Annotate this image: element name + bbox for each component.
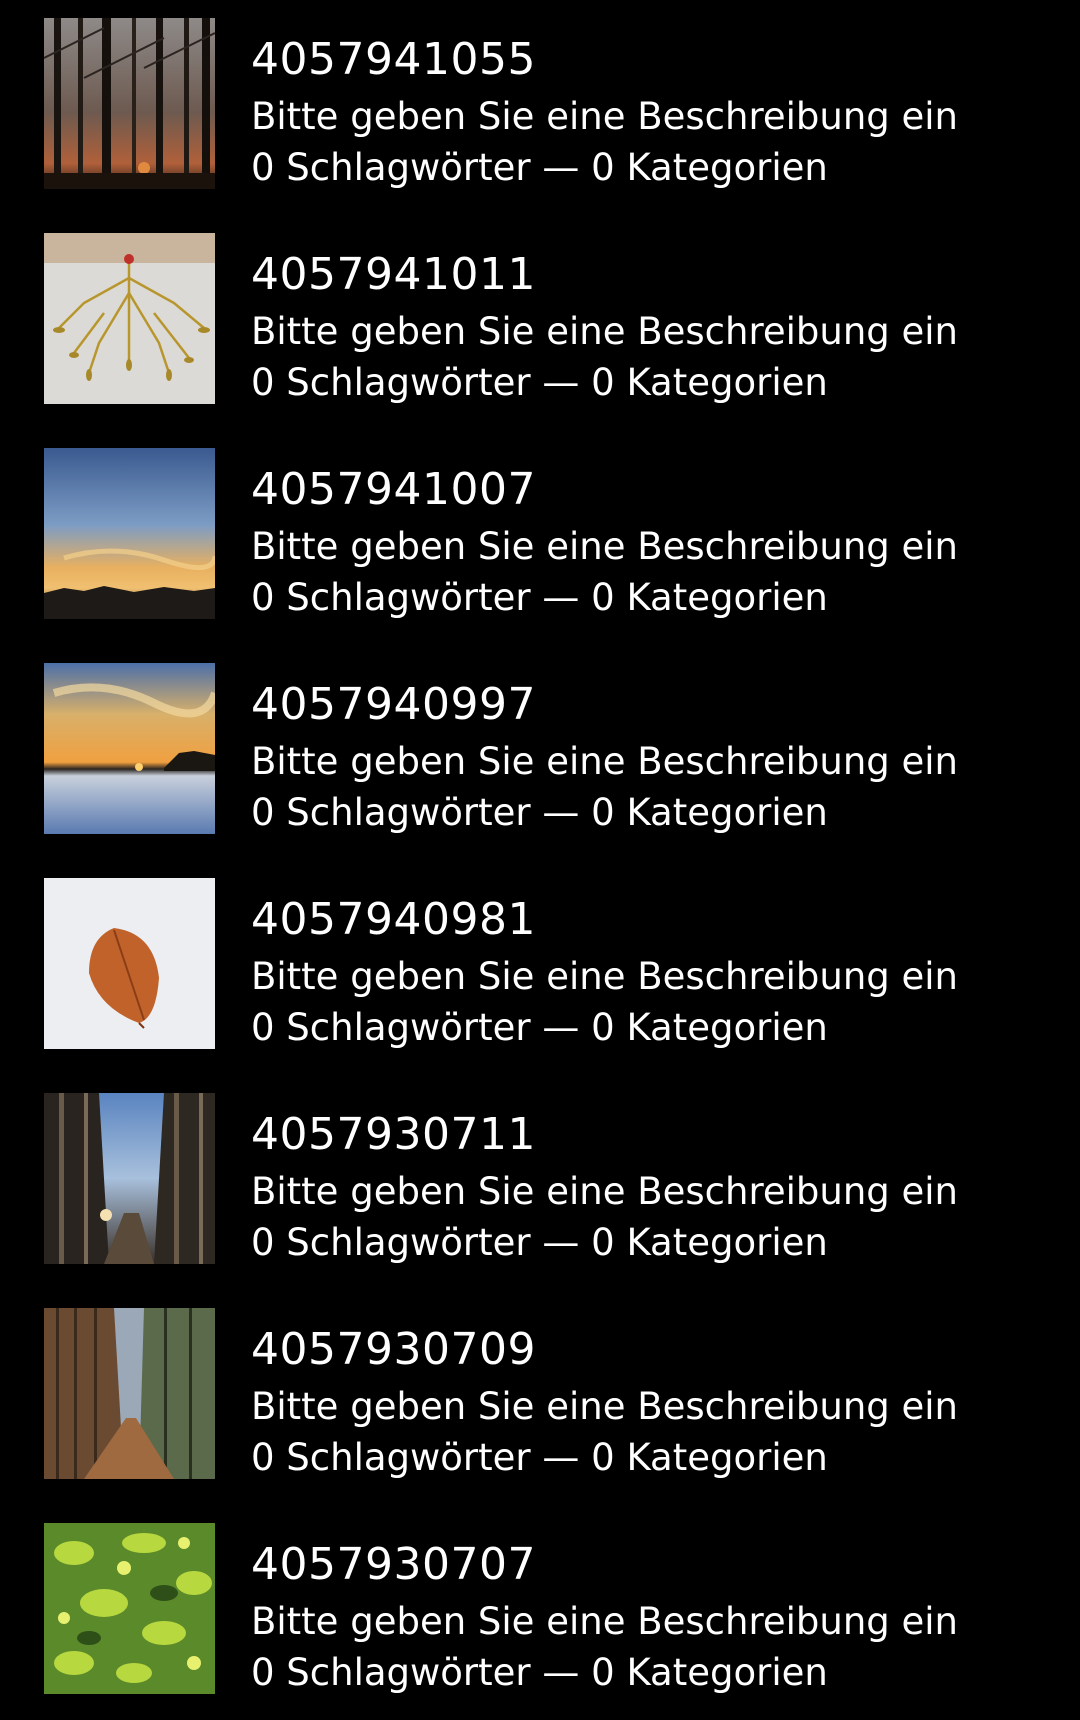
file-description: Bitte geben Sie eine Beschreibung ein (251, 310, 959, 353)
thumbnail-image[interactable] (44, 1523, 215, 1694)
file-meta: 0 Schlagwörter — 0 Kategorien (251, 791, 828, 834)
file-meta: 0 Schlagwörter — 0 Kategorien (251, 576, 828, 619)
list-item[interactable]: 4057941007 Bitte geben Sie eine Beschrei… (0, 430, 1080, 645)
file-description: Bitte geben Sie eine Beschreibung ein (251, 525, 959, 568)
list-item[interactable]: 4057930709 Bitte geben Sie eine Beschrei… (0, 1290, 1080, 1505)
file-meta: 0 Schlagwörter — 0 Kategorien (251, 361, 828, 404)
list-item[interactable]: 4057930711 Bitte geben Sie eine Beschrei… (0, 1075, 1080, 1290)
file-meta: 0 Schlagwörter — 0 Kategorien (251, 1651, 828, 1694)
file-meta: 0 Schlagwörter — 0 Kategorien (251, 146, 828, 189)
file-description: Bitte geben Sie eine Beschreibung ein (251, 1170, 959, 1213)
file-title: 4057930709 (251, 1324, 536, 1375)
file-description: Bitte geben Sie eine Beschreibung ein (251, 1600, 959, 1643)
file-title: 4057930711 (251, 1109, 536, 1160)
file-meta: 0 Schlagwörter — 0 Kategorien (251, 1436, 828, 1479)
file-description: Bitte geben Sie eine Beschreibung ein (251, 1385, 959, 1428)
file-description: Bitte geben Sie eine Beschreibung ein (251, 95, 959, 138)
thumbnail-image[interactable] (44, 448, 215, 619)
file-meta: 0 Schlagwörter — 0 Kategorien (251, 1221, 828, 1264)
list-item[interactable]: 4057940981 Bitte geben Sie eine Beschrei… (0, 860, 1080, 1075)
list-item[interactable]: 4057930707 Bitte geben Sie eine Beschrei… (0, 1505, 1080, 1720)
file-title: 4057941055 (251, 34, 536, 85)
thumbnail-image[interactable] (44, 18, 215, 189)
thumbnail-image[interactable] (44, 233, 215, 404)
thumbnail-image[interactable] (44, 1308, 215, 1479)
file-meta: 0 Schlagwörter — 0 Kategorien (251, 1006, 828, 1049)
file-description: Bitte geben Sie eine Beschreibung ein (251, 955, 959, 998)
list-item[interactable]: 4057940997 Bitte geben Sie eine Beschrei… (0, 645, 1080, 860)
thumbnail-image[interactable] (44, 878, 215, 1049)
file-title: 4057940981 (251, 894, 536, 945)
upload-list: 4057941055 Bitte geben Sie eine Beschrei… (0, 0, 1080, 1715)
file-title: 4057941007 (251, 464, 536, 515)
file-description: Bitte geben Sie eine Beschreibung ein (251, 740, 959, 783)
list-item[interactable]: 4057941011 Bitte geben Sie eine Beschrei… (0, 215, 1080, 430)
file-title: 4057930707 (251, 1539, 536, 1590)
thumbnail-image[interactable] (44, 663, 215, 834)
file-title: 4057941011 (251, 249, 536, 300)
list-item[interactable]: 4057941055 Bitte geben Sie eine Beschrei… (0, 0, 1080, 215)
thumbnail-image[interactable] (44, 1093, 215, 1264)
file-title: 4057940997 (251, 679, 536, 730)
